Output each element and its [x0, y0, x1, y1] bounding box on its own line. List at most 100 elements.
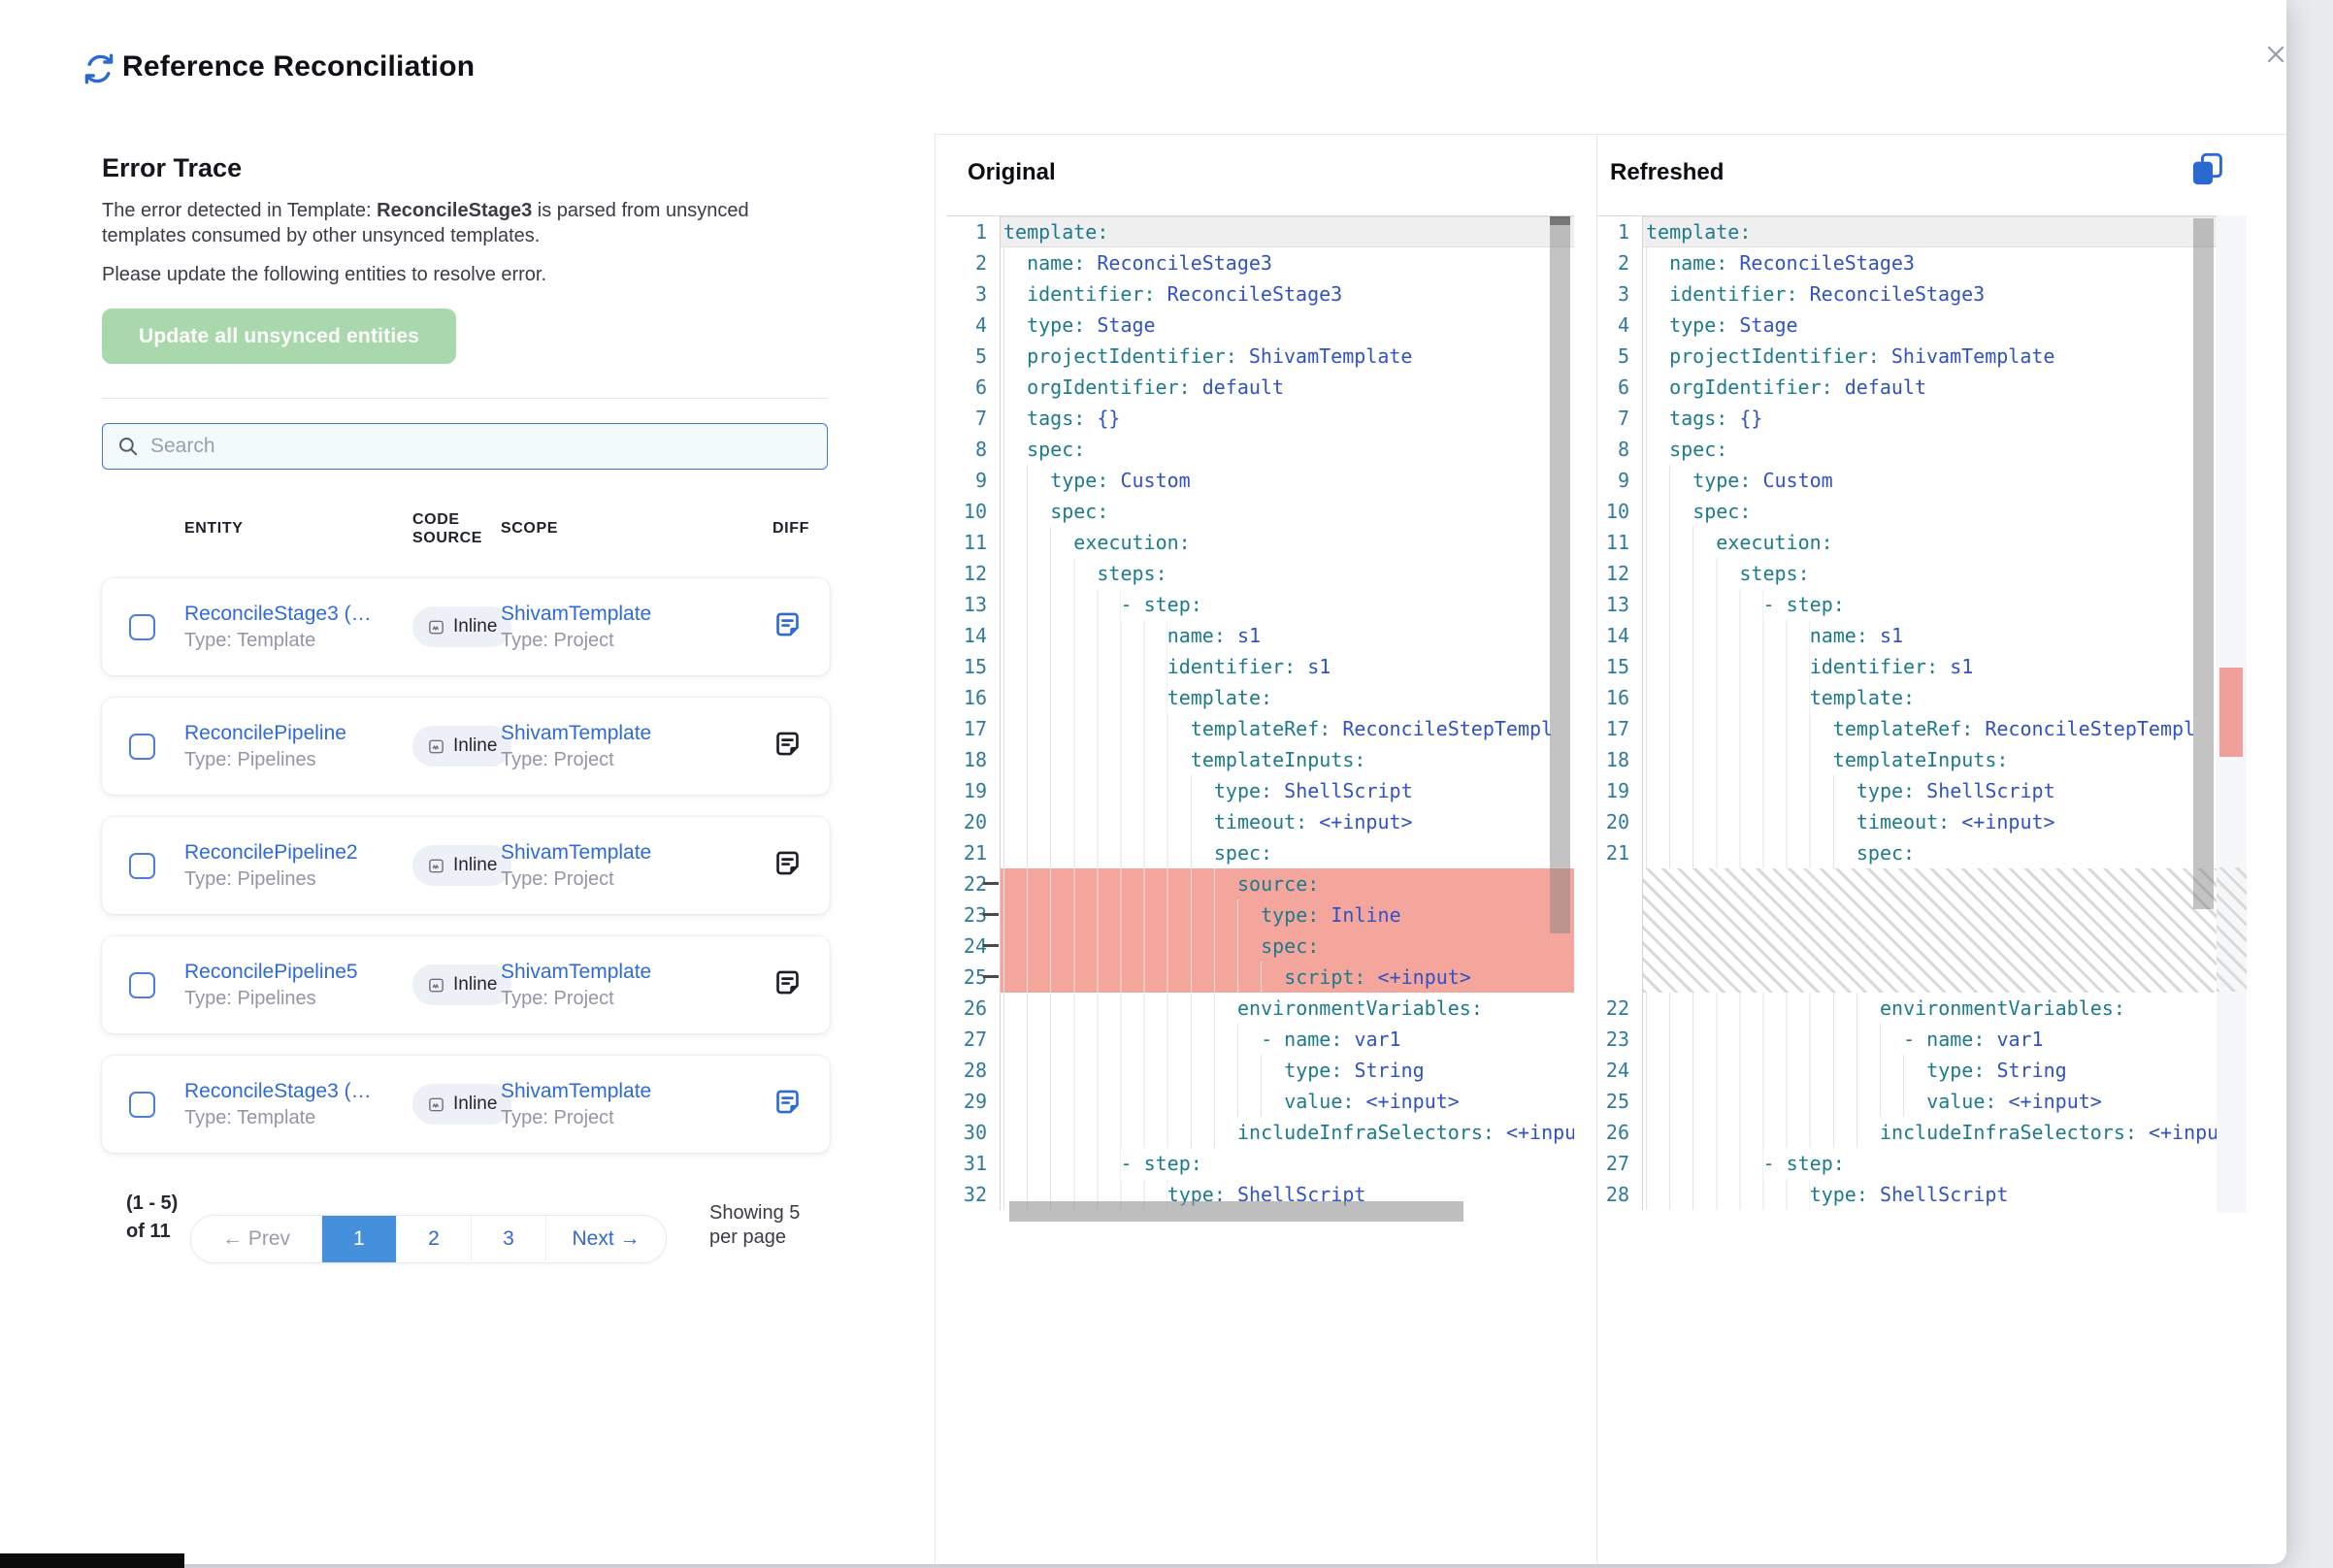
code-source-cell: Inline — [412, 964, 501, 1005]
scope-type: Type: Project — [501, 630, 759, 652]
code-source-badge: Inline — [412, 1084, 511, 1125]
yaml-value: ShivamTemplate — [1891, 344, 2055, 368]
yaml-key: spec: — [1692, 500, 1751, 523]
space — [1985, 1028, 1996, 1051]
code-text: templateRef: ReconcileStepTempl — [1642, 713, 2217, 744]
diff-note-icon[interactable] — [772, 729, 803, 759]
indent-guides — [1003, 682, 1167, 713]
original-horizontal-scrollbar[interactable] — [1009, 1201, 1463, 1222]
close-icon[interactable] — [2261, 40, 2290, 69]
code-text: timeout: <+input> — [1642, 806, 2217, 837]
deleted-line-marker — [1629, 247, 1642, 278]
diff-note-icon[interactable] — [772, 848, 803, 878]
indent-guides — [1003, 899, 1261, 931]
scope-link[interactable]: ShivamTemplate — [501, 722, 759, 745]
code-line: 9type: Custom — [1597, 465, 2217, 496]
row-checkbox[interactable] — [129, 972, 155, 998]
code-line: 1template: — [946, 216, 1574, 247]
line-number: 9 — [946, 465, 987, 496]
yaml-key: template: — [1167, 686, 1272, 709]
diff-note-icon[interactable] — [772, 1087, 803, 1117]
search-box[interactable] — [102, 423, 828, 470]
diff-note-icon[interactable] — [772, 967, 803, 997]
row-checkbox[interactable] — [129, 853, 155, 879]
yaml-key: timeout: — [1857, 810, 1950, 833]
code-line: 15identifier: s1 — [1597, 651, 2217, 682]
line-number: 5 — [946, 341, 987, 372]
scope-cell: ShivamTemplate Type: Project — [501, 1080, 772, 1129]
code-text: projectIdentifier: ShivamTemplate — [1642, 341, 2217, 372]
yaml-value: default — [1845, 376, 1926, 399]
panel-divider-left — [935, 134, 936, 1564]
scope-link[interactable]: ShivamTemplate — [501, 961, 759, 984]
code-source-badge: Inline — [412, 964, 511, 1005]
code-text: - step: — [1642, 1148, 2217, 1179]
yaml-key: name: — [1027, 251, 1085, 275]
line-number: 21 — [1597, 837, 1629, 868]
diff-cell — [772, 609, 830, 644]
prev-page-button[interactable]: ← Prev — [191, 1216, 321, 1262]
code-text: orgIdentifier: default — [1642, 372, 2217, 403]
update-all-unsynced-entities-button[interactable]: Update all unsynced entities — [102, 309, 456, 364]
scope-link[interactable]: ShivamTemplate — [501, 603, 759, 626]
entity-type: Type: Template — [184, 630, 399, 652]
line-number: 7 — [1597, 403, 1629, 434]
entity-link[interactable]: ReconcilePipeline — [184, 722, 399, 745]
diff-cell — [772, 1087, 830, 1122]
code-text: - name: var1 — [1642, 1024, 2217, 1055]
code-text: type: ShellScript — [1000, 775, 1574, 806]
deleted-line-marker — [1629, 993, 1642, 1024]
deleted-line-marker — [987, 558, 1000, 589]
search-input[interactable] — [150, 435, 813, 458]
line-number: 11 — [946, 527, 987, 558]
yaml-key: - step: — [1763, 1152, 1845, 1175]
page-number-button[interactable]: 3 — [471, 1216, 545, 1262]
indent-guides — [1003, 868, 1237, 899]
entity-link[interactable]: ReconcilePipeline2 — [184, 841, 399, 865]
space — [1495, 1121, 1506, 1144]
original-code-editor: 1template: 2name: ReconcileStage3 3ident… — [946, 215, 1574, 1213]
code-text: name: ReconcileStage3 — [1000, 247, 1574, 278]
inline-source-icon — [427, 737, 445, 756]
next-page-button[interactable]: Next → — [545, 1216, 666, 1262]
row-checkbox[interactable] — [129, 734, 155, 760]
entity-cell: ReconcilePipeline Type: Pipelines — [184, 722, 412, 771]
yaml-value: ReconcileStepTempl — [1342, 717, 1553, 740]
scope-link[interactable]: ShivamTemplate — [501, 1080, 759, 1103]
yaml-key: spec: — [1857, 841, 1915, 865]
yaml-key: projectIdentifier: — [1669, 344, 1880, 368]
yaml-value: ReconcileStage3 — [1167, 282, 1343, 306]
original-vertical-scrollbar[interactable] — [1550, 218, 1570, 933]
line-number: 3 — [1597, 278, 1629, 310]
entity-link[interactable]: ReconcileStage3 (… — [184, 1080, 399, 1103]
scope-link[interactable]: ShivamTemplate — [501, 841, 759, 865]
refreshed-vertical-scrollbar[interactable] — [2193, 218, 2214, 909]
page-number-button[interactable]: 2 — [396, 1216, 471, 1262]
space — [1085, 438, 1097, 461]
row-checkbox[interactable] — [129, 1092, 155, 1118]
yaml-value: ShellScript — [1880, 1183, 2008, 1206]
yaml-key: type: — [1857, 779, 1915, 802]
code-source-label: Inline — [453, 735, 497, 757]
entity-link[interactable]: ReconcileStage3 (… — [184, 603, 399, 626]
copy-icon[interactable] — [2189, 151, 2226, 188]
indent-guides — [1003, 962, 1284, 993]
code-line: 6orgIdentifier: default — [946, 372, 1574, 403]
entity-link[interactable]: ReconcilePipeline5 — [184, 961, 399, 984]
code-line: 17templateRef: ReconcileStepTempl — [946, 713, 1574, 744]
deleted-line-marker — [1629, 837, 1642, 868]
yaml-key: value: — [1926, 1090, 1996, 1113]
deleted-line-marker — [987, 278, 1000, 310]
page-number-button[interactable]: 1 — [321, 1216, 396, 1262]
row-checkbox[interactable] — [129, 614, 155, 640]
code-line: 21 spec: — [1597, 837, 2217, 868]
deleted-line-marker — [987, 372, 1000, 403]
entity-cell: ReconcileStage3 (… Type: Template — [184, 1080, 412, 1129]
diff-note-icon[interactable] — [772, 609, 803, 639]
indent-guides — [1646, 837, 1857, 868]
code-source-label: Inline — [453, 855, 497, 876]
line-number: 23 — [1597, 1024, 1629, 1055]
indent-guides — [1003, 1117, 1237, 1148]
reference-reconciliation-dialog: Reference Reconciliation Error Trace The… — [0, 0, 2286, 1564]
yaml-key: execution: — [1073, 531, 1190, 554]
